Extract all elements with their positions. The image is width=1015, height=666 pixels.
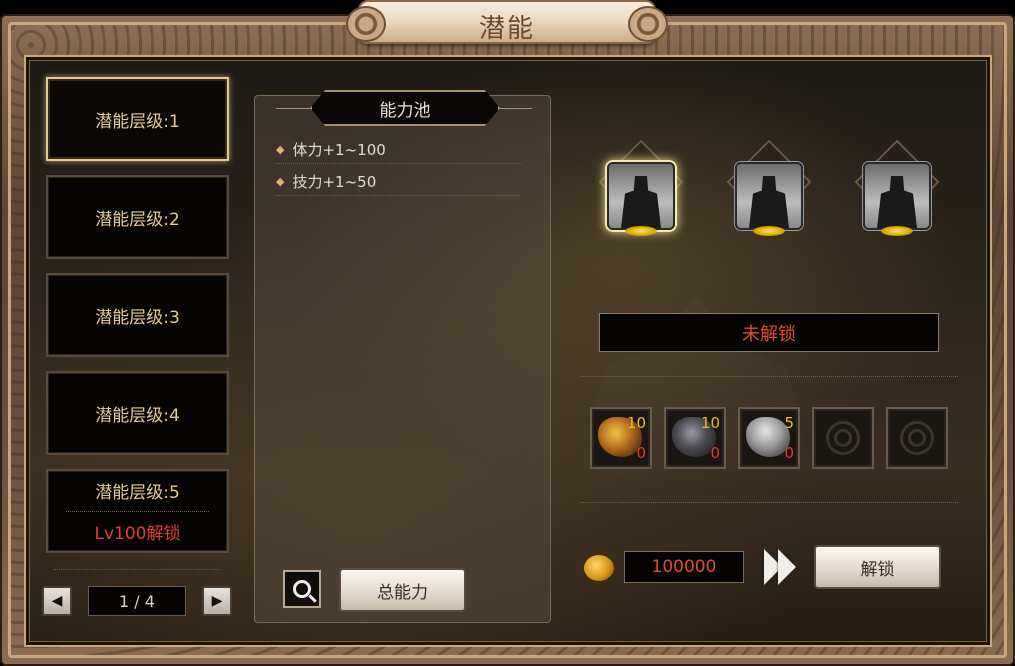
page-indicator: 1 / 4	[88, 586, 186, 616]
skill-glow	[625, 226, 657, 236]
material-owned: 0	[784, 444, 794, 462]
gold-coin-icon	[582, 553, 616, 583]
material-slot-3[interactable]: 5 0	[738, 407, 800, 469]
skill-slot-1[interactable]	[598, 139, 684, 242]
pool-stat-text: 技力+1~50	[292, 173, 377, 191]
arrow-right-icon: ▶	[211, 593, 223, 609]
lightning-warrior-icon	[735, 162, 803, 230]
search-button[interactable]	[283, 570, 321, 608]
skill-glow	[753, 226, 785, 236]
pool-stat-text: 体力+1~100	[292, 141, 386, 159]
warrior-silhouette-icon	[607, 162, 675, 230]
divider	[65, 510, 210, 512]
diamond-bullet-icon: ◆	[276, 143, 285, 156]
unlock-status: 未解锁	[599, 313, 939, 352]
level-item-2[interactable]: 潜能层级:2	[46, 175, 229, 259]
unlock-button[interactable]: 解锁	[814, 545, 941, 589]
divider	[580, 376, 958, 377]
pool-stat-item: ◆ 体力+1~100	[276, 136, 522, 164]
ability-pool-header: 能力池	[310, 90, 500, 126]
material-required: 5	[784, 414, 794, 432]
double-arrow-icon	[764, 549, 798, 585]
level-item-4[interactable]: 潜能层级:4	[46, 371, 229, 455]
material-slot-1[interactable]: 10 0	[590, 407, 652, 469]
divider	[54, 569, 220, 570]
unlock-cost: 100000	[624, 551, 744, 583]
level-label: 潜能层级:1	[95, 111, 180, 132]
divider	[498, 108, 532, 109]
material-owned: 0	[636, 444, 646, 462]
prev-page-button[interactable]: ◀	[42, 586, 72, 616]
arrow-left-icon: ◀	[51, 593, 63, 609]
next-page-button[interactable]: ▶	[202, 586, 232, 616]
level-item-1[interactable]: 潜能层级:1	[46, 77, 229, 161]
level-label: 潜能层级:4	[95, 405, 180, 426]
material-required: 10	[700, 414, 720, 432]
divider	[276, 108, 312, 109]
magnifier-icon	[293, 580, 311, 598]
stone-idol-icon	[746, 417, 790, 457]
skill-glow	[881, 226, 913, 236]
level-lock-requirement: Lv100解锁	[94, 523, 181, 544]
pool-stat-item: ◆ 技力+1~50	[276, 168, 522, 196]
empty-slot-icon	[900, 421, 934, 455]
skill-slot-2[interactable]	[726, 139, 812, 242]
storm-warrior-icon	[863, 162, 931, 230]
total-ability-button[interactable]: 总能力	[339, 568, 466, 612]
level-item-5[interactable]: 潜能层级:5 Lv100解锁	[46, 469, 229, 553]
window-title-tab: 潜能	[346, 0, 668, 44]
level-label: 潜能层级:3	[95, 307, 180, 328]
diamond-bullet-icon: ◆	[276, 175, 285, 188]
level-item-3[interactable]: 潜能层级:3	[46, 273, 229, 357]
material-owned: 0	[710, 444, 720, 462]
material-slot-4[interactable]	[812, 407, 874, 469]
level-label: 潜能层级:2	[95, 209, 180, 230]
divider	[580, 502, 958, 503]
material-required: 10	[626, 414, 646, 432]
window-title: 潜能	[478, 14, 535, 44]
skill-slot-3[interactable]	[854, 139, 940, 242]
material-slot-2[interactable]: 10 0	[664, 407, 726, 469]
level-label: 潜能层级:5	[95, 483, 180, 504]
material-slot-5[interactable]	[886, 407, 948, 469]
empty-slot-icon	[826, 421, 860, 455]
